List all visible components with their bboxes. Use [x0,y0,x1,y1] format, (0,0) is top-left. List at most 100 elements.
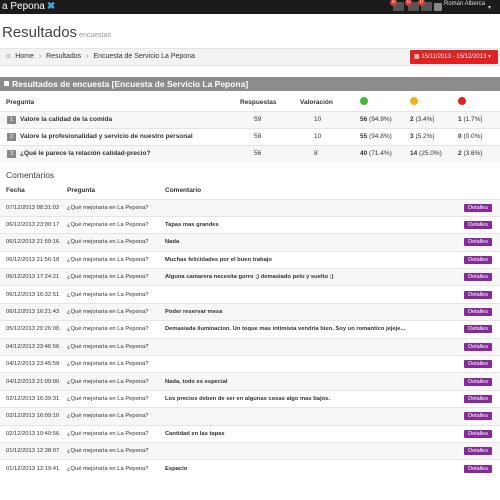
comment-cell: Poder reservar mesa [165,302,455,321]
actions-cell: Detalles [455,337,500,356]
good-cell: 56 (94.9%) [360,110,410,128]
date-range-picker[interactable]: ▦ 15/11/2013 - 15/12/2013 ▾ [410,50,498,64]
table-row: 06/12/2013 21:59:16 ¿Qué mejoraría en La … [0,233,500,252]
bad-cell: 1 (1.7%) [458,110,500,128]
question-number: 3 [7,149,16,158]
bad-cell: 0 (0.0%) [458,127,500,145]
actions-cell: Detalles [455,407,500,426]
bad-count: 2 [458,150,462,158]
question-cell: ¿Qué mejoraría en La Pepona? [67,215,165,234]
table-row: 04/12/2013 23:46:56 ¿Qué mejoraría en La … [0,337,500,356]
details-button[interactable]: Detalles [464,290,492,299]
details-button[interactable]: Detalles [464,464,492,473]
avatar[interactable] [434,3,442,11]
details-button[interactable]: Detalles [464,360,492,369]
breadcrumb-survey: Encuesta de Servicio La Pepona [93,53,195,60]
question-number: 2 [7,132,16,141]
page-title-text: Resultados [2,24,78,41]
col-respuestas: Respuestas [240,98,277,106]
date-cell: 06/12/2013 21:59:16 [0,233,67,252]
good-cell: 55 (94.8%) [360,127,410,145]
date-cell: 06/12/2013 21:56:18 [0,250,67,269]
date-cell: 06/12/2013 17:24:21 [0,268,67,286]
col-neutral [410,94,458,111]
question-cell: ¿Qué mejoraría en La Pepona? [67,407,165,426]
good-cell: 40 (71.4%) [360,144,410,162]
home-icon[interactable]: ⌂ [6,53,10,60]
table-row: 01/12/2013 12:19:41 ¿Qué mejoraría en La … [0,459,500,478]
comment-cell: Nada [165,233,455,252]
user-name[interactable]: Román Alberca [444,1,485,7]
date-cell: 06/12/2013 16:21:43 [0,302,67,321]
details-button[interactable]: Detalles [464,221,492,230]
question-cell: 2 Valore la profesionalidad y servicio de… [0,127,240,145]
actions-cell: Detalles [455,441,500,460]
rating-cell: 10 [300,127,360,145]
user-menu-chevron-icon[interactable]: ▾ [488,4,491,11]
col-pregunta: Pregunta [67,186,96,194]
col-comentario: Comentario [165,186,202,194]
actions-cell: Detalles [455,372,500,391]
details-button[interactable]: Detalles [464,412,492,421]
rating-cell: 10 [300,110,360,128]
details-button[interactable]: Detalles [464,394,492,403]
details-button[interactable]: Detalles [464,342,492,351]
comment-cell [165,441,455,460]
details-button[interactable]: Detalles [464,238,492,247]
neutral-count: 2 [410,116,414,123]
actions-cell: Detalles [455,355,500,373]
bad-percent: (0.0%) [463,133,483,140]
col-pregunta: Pregunta [6,98,35,106]
question-cell: 1 Valore la calidad de la comida [0,110,240,128]
details-button[interactable]: Detalles [464,429,492,438]
actions-cell: Detalles [455,302,500,321]
question-cell: ¿Qué mejoraría en La Pepona? [67,198,165,217]
breadcrumb-separator: › [38,53,42,60]
actions-cell: Detalles [455,389,500,408]
notifications-icon[interactable]: 0 [390,0,404,11]
top-navbar: a Pepona ✖ 0 0 0 Román Alberca ▾ [0,0,500,14]
date-cell: 04/12/2013 23:46:56 [0,337,67,356]
breadcrumb-home[interactable]: Home [15,53,34,60]
details-button[interactable]: Detalles [464,273,492,282]
col-good [360,94,410,111]
good-percent: (94.8%) [369,133,392,140]
calendar-icon: ▦ [414,54,420,60]
good-count: 55 [360,133,368,140]
date-cell: 01/12/2013 12:19:41 [0,459,67,478]
question-cell: ¿Qué mejoraría en La Pepona? [67,389,165,408]
details-button[interactable]: Detalles [464,447,492,456]
page-title: Resultados encuestas [2,24,111,41]
page-subtitle: encuestas [79,32,111,39]
neutral-cell: 3 (5.2%) [410,127,458,145]
table-row: 06/12/2013 17:24:21 ¿Qué mejoraría en La … [0,268,500,286]
breadcrumb-resultados[interactable]: Resultados [46,53,81,60]
table-row: 06/12/2013 21:56:18 ¿Qué mejoraría en La … [0,250,500,269]
table-row: 1 Valore la calidad de la comida 59 10 56 (9… [0,110,500,128]
details-button[interactable]: Detalles [464,377,492,386]
details-button[interactable]: Detalles [464,308,492,317]
date-cell: 05/12/2013 20:26:00 [0,320,67,339]
inbox-badge: 0 [405,0,412,6]
breadcrumb-separator: › [86,53,89,60]
details-button[interactable]: Detalles [464,325,492,334]
responses-cell: 58 [240,127,300,145]
question-cell: ¿Qué mejoraría en La Pepona? [67,250,165,269]
col-fecha: Fecha [6,186,25,194]
table-row: 02/12/2013 16:39:31 ¿Qué mejoraría en La … [0,389,500,408]
table-row: 3 ¿Qué le parece la relación calidad-prec… [0,144,500,162]
question-cell: ¿Qué mejoraría en La Pepona? [67,337,165,356]
tasks-icon[interactable]: 0 [418,0,432,11]
col-actions [455,182,500,199]
question-number: 1 [7,115,16,124]
question-cell: ¿Qué mejoraría en La Pepona? [67,233,165,252]
good-count: 40 [360,150,368,158]
question-cell: 3 ¿Qué le parece la relación calidad-prec… [0,144,240,162]
details-button[interactable]: Detalles [464,203,492,212]
table-row: 05/12/2013 20:26:00 ¿Qué mejoraría en La … [0,320,500,339]
details-button[interactable]: Detalles [464,255,492,264]
brand-logo[interactable]: a Pepona ✖ [2,1,55,12]
table-row: 2 Valore la profesionalidad y servicio de… [0,127,500,145]
question-cell: ¿Qué mejoraría en La Pepona? [67,459,165,478]
comment-cell: Demasiada iluminacion. Un toque mas inti… [165,320,455,339]
